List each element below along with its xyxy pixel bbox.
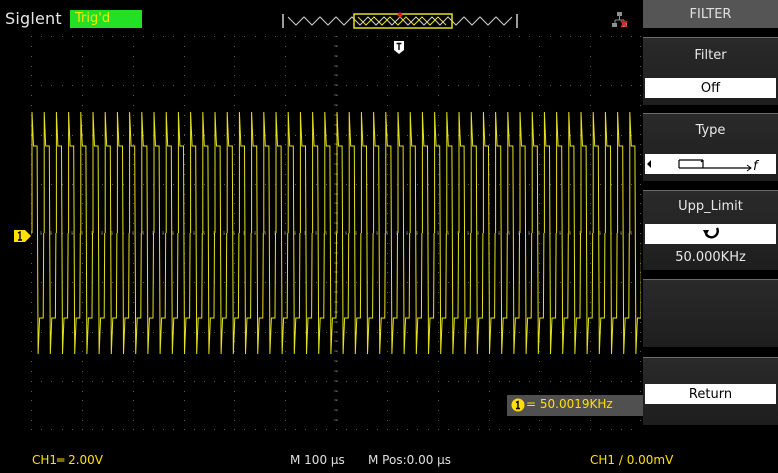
rotate-knob-icon [703,227,719,239]
timebase: M 100 µs [290,453,345,467]
return-label: Return [645,384,776,404]
ch1-volts-per-div: CH1═ 2.00V [32,453,104,467]
waveform-display [31,36,641,430]
low-pass-filter-icon: f [647,159,760,174]
horizontal-position: M Pos:0.00 µs [368,453,452,467]
type-label: Type [695,123,726,138]
filter-softkey[interactable]: Filter Off [643,37,778,105]
frequency-value: = 50.0019KHz [526,397,613,411]
network-disconnected-icon [612,12,628,28]
filter-label: Filter [694,48,727,63]
frequency-counter: = 50.0019KHz [507,395,643,416]
upp-limit-label: Upp_Limit [678,199,743,214]
filter-menu: FILTER Filter Off Type f Upp_Limit 50.00… [643,0,778,430]
upp-limit-knob [645,224,776,244]
bottom-status-bar: CH1═ 2.00V M 100 µs M Pos:0.00 µs CH1 ∕ … [0,448,778,473]
trigger-status-badge: Trig'd [70,10,142,28]
menu-title: FILTER [643,0,778,28]
upp-limit-value: 50.000KHz [675,250,746,265]
brand-logo: Siglent [5,9,62,28]
return-softkey[interactable]: Return [643,357,778,425]
trigger-info: CH1 ∕ 0.00mV [590,453,674,467]
memory-position-bar [282,12,518,29]
empty-softkey [643,279,778,347]
svg-text:f: f [753,159,760,174]
ch1-counter-icon [511,398,525,412]
ch1-ground-marker-icon [14,230,31,242]
top-status-bar: Siglent Trig'd [0,0,642,36]
upp-limit-softkey[interactable]: Upp_Limit 50.000KHz [643,190,778,270]
type-softkey[interactable]: Type f [643,113,778,181]
filter-value: Off [645,78,776,98]
trigger-position-marker-icon [394,41,404,54]
type-value: f [645,154,776,174]
